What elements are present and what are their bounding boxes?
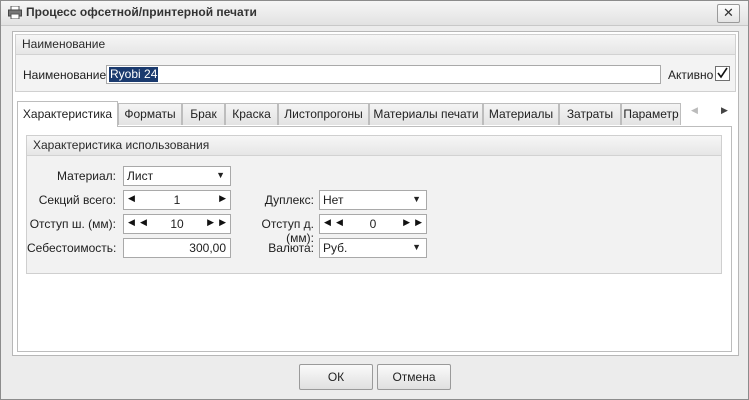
sections-label: Секций всего: xyxy=(38,193,116,207)
increment-icon[interactable]: ▶ xyxy=(219,193,226,204)
name-value: Ryobi 24 xyxy=(109,67,159,82)
currency-label: Валюта: xyxy=(268,241,314,255)
close-icon: ✕ xyxy=(723,5,734,20)
duplex-label: Дуплекс: xyxy=(264,193,314,207)
last-icon[interactable]: ▶ xyxy=(415,217,422,228)
sections-spinner[interactable]: ◀ 1 ▶ xyxy=(123,190,231,210)
close-button[interactable]: ✕ xyxy=(717,4,740,23)
printer-icon xyxy=(8,6,22,19)
cost-value: 300,00 xyxy=(189,241,226,255)
duplex-select[interactable]: Нет ▼ xyxy=(319,190,427,210)
active-checkbox[interactable] xyxy=(715,66,730,81)
increment-icon[interactable]: ▶ xyxy=(207,217,214,228)
chevron-down-icon: ▼ xyxy=(216,170,225,180)
chevron-down-icon: ▼ xyxy=(412,194,421,204)
tab-scroll-left-icon[interactable]: ◀ xyxy=(691,105,698,116)
indent-depth-value: 0 xyxy=(369,217,377,231)
tab-formats[interactable]: Форматы xyxy=(118,103,182,125)
indent-width-value: 10 xyxy=(170,217,184,231)
window-title: Процесс офсетной/принтерной печати xyxy=(26,5,257,19)
cost-field[interactable]: 300,00 xyxy=(123,238,231,258)
tab-scroll-right-icon[interactable]: ▶ xyxy=(721,105,728,116)
indent-width-spinner[interactable]: ◀ ◀ 10 ▶ ▶ xyxy=(123,214,231,234)
currency-value: Руб. xyxy=(323,241,348,255)
name-group-header: Наименование xyxy=(16,35,735,55)
ok-button[interactable]: ОК xyxy=(299,364,373,390)
tab-strip: Характеристика Форматы Брак Краска Листо… xyxy=(17,101,735,127)
cancel-button[interactable]: Отмена xyxy=(377,364,451,390)
name-field[interactable]: Ryobi 24 xyxy=(106,65,661,84)
material-select[interactable]: Лист ▼ xyxy=(123,166,231,186)
tab-content: Характеристика использования Материал: Л… xyxy=(17,126,732,352)
duplex-value: Нет xyxy=(323,193,344,207)
increment-icon[interactable]: ▶ xyxy=(403,217,410,228)
dialog-window: Процесс офсетной/принтерной печати ✕ Наи… xyxy=(0,0,749,400)
tab-parameters[interactable]: Параметр xyxy=(621,103,681,125)
cost-label: Себестоимость: xyxy=(27,241,117,255)
sections-value: 1 xyxy=(173,193,181,207)
checkmark-icon xyxy=(717,67,728,79)
name-label: Наименование: xyxy=(23,68,110,82)
tab-characteristic[interactable]: Характеристика xyxy=(17,101,118,127)
tab-sheet-runs[interactable]: Листопрогоны xyxy=(278,103,369,125)
tab-print-materials[interactable]: Материалы печати xyxy=(369,103,483,125)
characteristic-group: Характеристика использования Материал: Л… xyxy=(26,135,722,274)
material-label: Материал: xyxy=(57,169,116,183)
characteristic-group-header: Характеристика использования xyxy=(27,136,721,156)
active-label: Активно xyxy=(668,68,714,82)
title-bar: Процесс офсетной/принтерной печати ✕ xyxy=(1,1,748,26)
tab-materials[interactable]: Материалы xyxy=(483,103,559,125)
name-group: Наименование Наименование: Ryobi 24 Акти… xyxy=(15,34,736,92)
main-panel: Наименование Наименование: Ryobi 24 Акти… xyxy=(12,31,739,356)
last-icon[interactable]: ▶ xyxy=(219,217,226,228)
tab-costs[interactable]: Затраты xyxy=(559,103,621,125)
material-value: Лист xyxy=(127,169,154,183)
tab-ink[interactable]: Краска xyxy=(225,103,278,125)
chevron-down-icon: ▼ xyxy=(412,242,421,252)
indent-depth-spinner[interactable]: ◀ ◀ 0 ▶ ▶ xyxy=(319,214,427,234)
tab-defect[interactable]: Брак xyxy=(182,103,225,125)
indent-width-label: Отступ ш. (мм): xyxy=(29,217,116,231)
currency-select[interactable]: Руб. ▼ xyxy=(319,238,427,258)
